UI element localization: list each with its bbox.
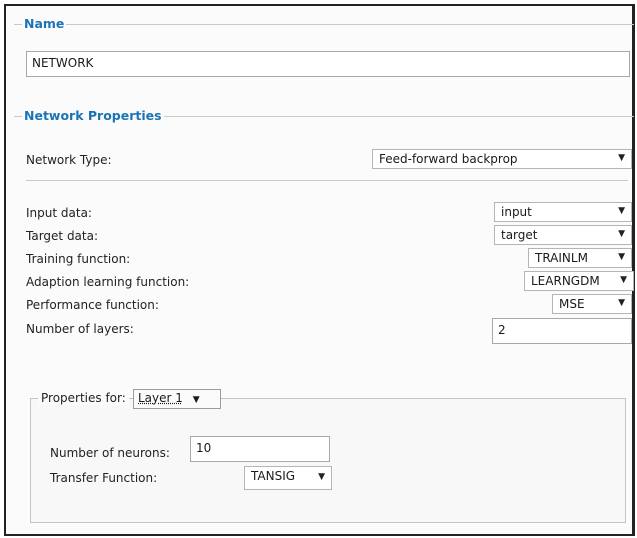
neurons-input[interactable]: 10: [190, 436, 330, 462]
network-properties-title: Network Properties: [22, 108, 164, 123]
target-data-value: target: [501, 228, 538, 242]
neurons-label: Number of neurons:: [50, 446, 170, 460]
transfer-function-select[interactable]: TANSIG ▼: [244, 466, 332, 490]
chevron-down-icon: ▼: [618, 298, 625, 308]
name-section-title: Name: [22, 16, 67, 31]
target-data-select[interactable]: target ▼: [494, 225, 632, 245]
chevron-down-icon: ▼: [618, 206, 625, 216]
chevron-down-icon: ▼: [618, 252, 625, 262]
adaption-function-value: LEARNGDM: [531, 274, 600, 288]
training-function-select[interactable]: TRAINLM ▼: [528, 248, 632, 268]
input-data-value: input: [501, 205, 532, 219]
performance-function-select[interactable]: MSE ▼: [552, 294, 632, 314]
name-input[interactable]: NETWORK: [26, 51, 630, 77]
performance-function-label: Performance function:: [26, 298, 159, 312]
chevron-down-icon: ▼: [618, 229, 625, 239]
layer-select-value: Layer 1: [138, 391, 183, 405]
input-data-select[interactable]: input ▼: [494, 202, 632, 222]
network-type-value: Feed-forward backprop: [379, 152, 518, 166]
layers-label: Number of layers:: [26, 322, 134, 336]
name-section-divider: [14, 24, 634, 25]
network-type-label: Network Type:: [26, 153, 112, 167]
input-data-label: Input data:: [26, 206, 92, 220]
transfer-function-label: Transfer Function:: [50, 471, 158, 485]
performance-function-value: MSE: [559, 297, 585, 311]
adaption-function-label: Adaption learning function:: [26, 275, 190, 289]
training-function-label: Training function:: [26, 252, 131, 266]
transfer-function-value: TANSIG: [251, 469, 296, 483]
training-function-value: TRAINLM: [535, 251, 588, 265]
layers-input[interactable]: 2: [492, 318, 632, 344]
layer-properties-title: Properties for:: [38, 391, 129, 405]
layer-select[interactable]: Layer 1 ▼: [133, 389, 221, 409]
chevron-down-icon: ▼: [618, 153, 625, 163]
target-data-label: Target data:: [26, 229, 99, 243]
network-type-divider: [26, 180, 628, 181]
chevron-down-icon: ▼: [620, 275, 627, 285]
chevron-down-icon: ▼: [192, 395, 200, 405]
chevron-down-icon: ▼: [318, 472, 325, 482]
network-type-select[interactable]: Feed-forward backprop ▼: [372, 149, 632, 169]
adaption-function-select[interactable]: LEARNGDM ▼: [524, 271, 634, 291]
network-dialog: Name NETWORK Network Properties Network …: [4, 4, 635, 536]
